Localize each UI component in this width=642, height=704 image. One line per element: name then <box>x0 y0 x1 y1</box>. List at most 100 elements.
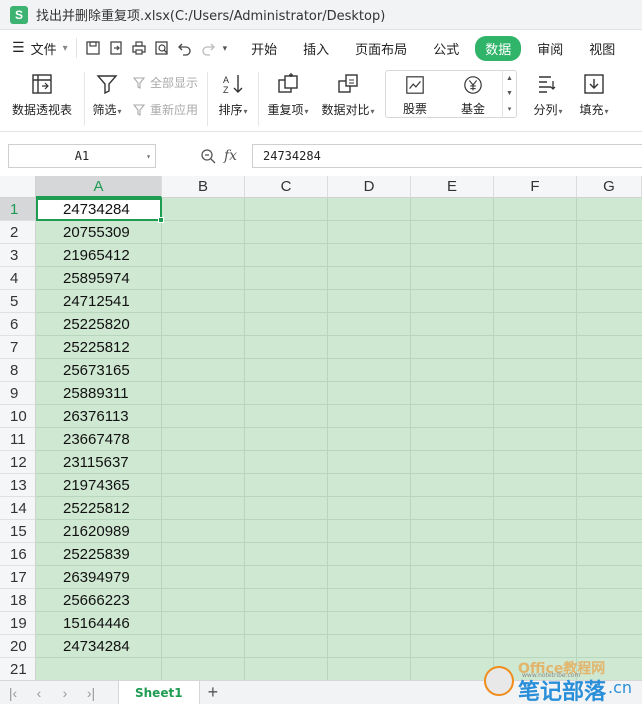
undo-icon[interactable] <box>177 40 193 56</box>
expand-gallery-icon[interactable]: ▾ <box>508 105 512 113</box>
funds-button[interactable]: 基金 <box>444 71 502 117</box>
column-header-a[interactable]: A <box>36 176 162 198</box>
last-sheet-icon[interactable]: ›| <box>78 685 104 701</box>
add-sheet-icon[interactable]: + <box>208 682 219 703</box>
cell-a[interactable]: 25895974 <box>36 267 162 290</box>
cell-a[interactable]: 24712541 <box>36 290 162 313</box>
row-header[interactable]: 13 <box>0 474 36 497</box>
row-header[interactable]: 14 <box>0 497 36 520</box>
filter-button[interactable]: 筛选▾ <box>85 66 129 128</box>
duplicates-button[interactable]: 重复项▾ <box>259 66 317 128</box>
tab-data[interactable]: 数据 <box>475 35 522 61</box>
gallery-scroll[interactable]: ▲ ▼ ▾ <box>502 71 516 117</box>
cell-a[interactable]: 25889311 <box>36 382 162 405</box>
row-header[interactable]: 15 <box>0 520 36 543</box>
row-header[interactable]: 10 <box>0 405 36 428</box>
column-header-f[interactable]: F <box>494 176 577 198</box>
row-header[interactable]: 4 <box>0 267 36 290</box>
select-all-corner[interactable] <box>0 176 36 198</box>
cell-a[interactable]: 25225839 <box>36 543 162 566</box>
row-header[interactable]: 18 <box>0 589 36 612</box>
dropdown-arrow-icon[interactable]: ▾ <box>244 107 248 116</box>
cell-area[interactable]: 24734284 20755309 21965412 25895974 24712541… <box>36 198 642 680</box>
zoom-icon[interactable] <box>200 148 216 164</box>
cell-a[interactable]: 21974365 <box>36 474 162 497</box>
export-icon[interactable] <box>108 40 124 56</box>
print-preview-icon[interactable] <box>154 40 170 56</box>
row-header[interactable]: 11 <box>0 428 36 451</box>
cell-a[interactable]: 21965412 <box>36 244 162 267</box>
row-header[interactable]: 19 <box>0 612 36 635</box>
row-header[interactable]: 5 <box>0 290 36 313</box>
cell-a[interactable]: 25225812 <box>36 336 162 359</box>
name-box[interactable]: A1 ▾ <box>8 144 156 168</box>
tab-view[interactable]: 视图 <box>579 36 625 61</box>
row-header[interactable]: 3 <box>0 244 36 267</box>
cell-a[interactable]: 24734284 <box>36 198 162 221</box>
tab-home[interactable]: 开始 <box>241 36 287 61</box>
row-header[interactable]: 21 <box>0 658 36 680</box>
redo-icon[interactable] <box>200 40 216 56</box>
cell-a[interactable]: 21620989 <box>36 520 162 543</box>
column-header-d[interactable]: D <box>328 176 411 198</box>
dropdown-arrow-icon[interactable]: ▾ <box>118 107 122 116</box>
column-header-b[interactable]: B <box>162 176 245 198</box>
cell-a[interactable]: 23667478 <box>36 428 162 451</box>
data-compare-button[interactable]: 数据对比▾ <box>317 66 379 128</box>
cell-a[interactable]: 25225812 <box>36 497 162 520</box>
dropdown-arrow-icon[interactable]: ▾ <box>371 107 375 116</box>
row-header[interactable]: 17 <box>0 566 36 589</box>
row-header[interactable]: 12 <box>0 451 36 474</box>
tab-review[interactable]: 审阅 <box>527 36 573 61</box>
show-all-button[interactable]: 全部显示 <box>133 74 207 91</box>
cell-a[interactable]: 26394979 <box>36 566 162 589</box>
cell-a[interactable]: 24734284 <box>36 635 162 658</box>
row-header[interactable]: 6 <box>0 313 36 336</box>
cell-a[interactable]: 20755309 <box>36 221 162 244</box>
filter-icon <box>96 75 118 95</box>
cell-a[interactable]: 25225820 <box>36 313 162 336</box>
row-header[interactable]: 2 <box>0 221 36 244</box>
sheet-tab-sheet1[interactable]: Sheet1 <box>118 680 200 704</box>
next-sheet-icon[interactable]: › <box>52 685 78 701</box>
insert-function-icon[interactable]: fx <box>224 148 237 164</box>
sort-button[interactable]: AZ 排序▾ <box>208 66 258 128</box>
split-column-button[interactable]: 分列▾ <box>523 66 573 128</box>
scroll-down-icon[interactable]: ▼ <box>506 90 513 97</box>
reapply-button[interactable]: 重新应用 <box>133 101 207 118</box>
cell-a[interactable]: 23115637 <box>36 451 162 474</box>
dropdown-arrow-icon[interactable]: ▾ <box>605 107 609 116</box>
customize-toolbar-icon[interactable]: ▾ <box>223 43 228 54</box>
print-icon[interactable] <box>131 40 147 56</box>
cell-a[interactable]: 26376113 <box>36 405 162 428</box>
row-header[interactable]: 16 <box>0 543 36 566</box>
chevron-down-icon[interactable]: ▾ <box>146 152 151 161</box>
first-sheet-icon[interactable]: |‹ <box>0 685 26 701</box>
prev-sheet-icon[interactable]: ‹ <box>26 685 52 701</box>
stocks-button[interactable]: 股票 <box>386 71 444 117</box>
fill-button[interactable]: 填充▾ <box>573 66 615 128</box>
dropdown-arrow-icon[interactable]: ▾ <box>559 107 563 116</box>
row-header[interactable]: 1 <box>0 198 36 221</box>
sort-icon: AZ <box>223 75 243 95</box>
row-header[interactable]: 9 <box>0 382 36 405</box>
tab-formulas[interactable]: 公式 <box>423 36 469 61</box>
formula-input[interactable]: 24734284 <box>252 144 642 168</box>
save-icon[interactable] <box>85 40 101 56</box>
row-header[interactable]: 8 <box>0 359 36 382</box>
pivot-table-button[interactable]: 数据透视表 <box>0 66 84 128</box>
file-menu[interactable]: ☰ 文件 ▾ <box>0 39 76 58</box>
row-header[interactable]: 20 <box>0 635 36 658</box>
tab-insert[interactable]: 插入 <box>293 36 339 61</box>
column-header-e[interactable]: E <box>411 176 494 198</box>
cell-a[interactable]: 25673165 <box>36 359 162 382</box>
dropdown-arrow-icon[interactable]: ▾ <box>305 107 309 116</box>
scroll-up-icon[interactable]: ▲ <box>506 75 513 82</box>
cell-a[interactable]: 25666223 <box>36 589 162 612</box>
tab-page-layout[interactable]: 页面布局 <box>345 36 417 61</box>
row-header[interactable]: 7 <box>0 336 36 359</box>
cell-a[interactable] <box>36 658 162 680</box>
column-header-c[interactable]: C <box>245 176 328 198</box>
cell-a[interactable]: 15164446 <box>36 612 162 635</box>
column-header-g[interactable]: G <box>577 176 642 198</box>
